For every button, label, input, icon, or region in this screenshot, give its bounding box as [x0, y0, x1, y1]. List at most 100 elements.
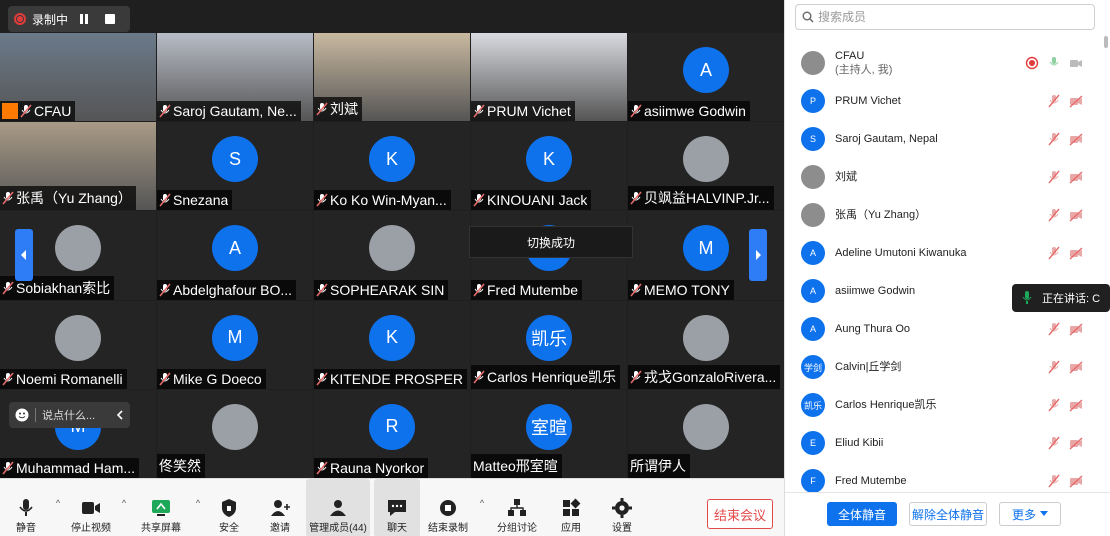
- muted-mic-icon[interactable]: [1047, 94, 1061, 108]
- video-tile[interactable]: Saroj Gautam, Ne...: [157, 33, 313, 122]
- breakout-icon: [508, 499, 526, 516]
- muted-camera-icon[interactable]: [1069, 436, 1083, 450]
- muted-mic-icon[interactable]: [1047, 360, 1061, 374]
- participant-name: 贝飒益HALVINP.Jr...: [644, 190, 770, 207]
- video-tile[interactable]: K KITENDE PROSPER: [314, 300, 470, 389]
- participant-name: PRUM Vichet: [487, 103, 571, 120]
- share-options-caret[interactable]: ^: [192, 479, 204, 536]
- pause-record-button[interactable]: [74, 9, 94, 29]
- muted-camera-icon[interactable]: [1069, 474, 1083, 488]
- muted-mic-icon: [473, 370, 485, 384]
- emoji-icon[interactable]: [15, 408, 29, 422]
- video-options-caret[interactable]: ^: [118, 479, 130, 536]
- video-tile[interactable]: 凯乐 Carlos Henrique凯乐: [471, 300, 627, 389]
- record-options-caret[interactable]: ^: [476, 479, 488, 536]
- apps-button[interactable]: 应用: [546, 479, 596, 536]
- breakout-rooms-button[interactable]: 分组讨论: [488, 479, 546, 536]
- video-tile[interactable]: S Snezana: [157, 122, 313, 211]
- stop-video-button[interactable]: 停止视频: [64, 479, 118, 536]
- mute-options-caret[interactable]: ^: [52, 479, 64, 536]
- video-tile[interactable]: Aasiimwe Godwin: [628, 33, 784, 122]
- video-tile[interactable]: 佟笑然: [157, 389, 313, 478]
- participant-row[interactable]: 刘斌: [785, 158, 1105, 196]
- muted-mic-icon[interactable]: [1047, 474, 1061, 488]
- stop-record-button[interactable]: [100, 9, 120, 29]
- settings-button[interactable]: 设置: [596, 479, 648, 536]
- video-tile[interactable]: 戎戈GonzaloRivera...: [628, 300, 784, 389]
- avatar: K: [526, 136, 572, 183]
- manage-participants-button[interactable]: 管理成员(44): [306, 479, 370, 536]
- participant-search[interactable]: [795, 4, 1095, 30]
- muted-camera-icon[interactable]: [1069, 94, 1083, 108]
- participant-row[interactable]: 凯乐 Carlos Henrique凯乐: [785, 386, 1105, 424]
- end-meeting-button[interactable]: 结束会议: [707, 499, 773, 529]
- muted-mic-icon[interactable]: [1047, 132, 1061, 146]
- participant-row[interactable]: 学剑 Calvin|丘学剑: [785, 348, 1105, 386]
- video-tile[interactable]: Noemi Romanelli: [0, 300, 156, 389]
- video-tile[interactable]: 所谓伊人: [628, 389, 784, 478]
- avatar: [683, 314, 729, 361]
- video-tile[interactable]: M Mike G Doeco: [157, 300, 313, 389]
- video-tile[interactable]: 张禹（Yu Zhang）: [0, 122, 156, 211]
- participant-row[interactable]: E Eliud Kibii: [785, 424, 1105, 462]
- avatar: M: [212, 314, 258, 361]
- video-tile[interactable]: 贝飒益HALVINP.Jr...: [628, 122, 784, 211]
- video-tile[interactable]: K Ko Ko Win-Myan...: [314, 122, 470, 211]
- video-tile[interactable]: PRUM Vichet: [471, 33, 627, 122]
- muted-mic-icon[interactable]: [1047, 208, 1061, 222]
- muted-camera-icon[interactable]: [1069, 246, 1083, 260]
- muted-mic-icon[interactable]: [1047, 398, 1061, 412]
- video-tile[interactable]: 室暄 Matteo邢室暄: [471, 389, 627, 478]
- security-button[interactable]: 安全: [204, 479, 254, 536]
- video-tile[interactable]: A Abdelghafour BO...: [157, 211, 313, 300]
- mute-button[interactable]: 静音: [0, 479, 52, 536]
- invite-button[interactable]: 邀请: [254, 479, 306, 536]
- video-tile[interactable]: SOPHEARAK SIN: [314, 211, 470, 300]
- muted-mic-icon: [630, 104, 642, 118]
- camera-icon[interactable]: [1069, 56, 1083, 70]
- muted-mic-icon[interactable]: [1047, 322, 1061, 336]
- muted-camera-icon[interactable]: [1069, 170, 1083, 184]
- muted-mic-icon: [2, 281, 14, 295]
- mute-all-button[interactable]: 全体静音: [827, 502, 897, 526]
- participant-name: Noemi Romanelli: [16, 370, 123, 387]
- participant-row[interactable]: CFAU (主持人, 我): [785, 44, 1105, 82]
- muted-camera-icon[interactable]: [1069, 398, 1083, 412]
- muted-mic-icon: [2, 461, 14, 475]
- muted-camera-icon[interactable]: [1069, 208, 1083, 222]
- microphone-icon[interactable]: [1047, 56, 1061, 70]
- muted-mic-icon[interactable]: [1047, 246, 1061, 260]
- participant-row[interactable]: 张禹（Yu Zhang）: [785, 196, 1105, 234]
- video-tile[interactable]: K KINOUANI Jack: [471, 122, 627, 211]
- muted-mic-icon: [630, 283, 642, 297]
- share-screen-button[interactable]: 共享屏幕: [130, 479, 192, 536]
- chat-button[interactable]: 聊天: [374, 479, 420, 536]
- muted-camera-icon[interactable]: [1069, 132, 1083, 146]
- participant-row[interactable]: A Adeline Umutoni Kiwanuka: [785, 234, 1105, 272]
- participant-controls: [1047, 474, 1083, 488]
- video-tile[interactable]: 刘斌: [314, 33, 470, 122]
- search-input[interactable]: [818, 10, 1058, 24]
- muted-mic-icon[interactable]: [1047, 436, 1061, 450]
- more-button[interactable]: 更多: [999, 502, 1061, 526]
- meeting-window: CFAU Saroj Gautam, Ne... 刘斌 PRUM Vichet Aasi…: [0, 0, 1110, 536]
- chat-placeholder[interactable]: 说点什么...: [42, 407, 110, 423]
- participant-row[interactable]: S Saroj Gautam, Nepal: [785, 120, 1105, 158]
- participant-controls: [1047, 132, 1083, 146]
- quick-chat-box[interactable]: 说点什么...: [9, 402, 130, 428]
- chat-icon: [388, 500, 406, 516]
- unmute-all-button[interactable]: 解除全体静音: [909, 502, 987, 526]
- muted-mic-icon[interactable]: [1047, 170, 1061, 184]
- avatar: [801, 203, 825, 227]
- prev-page-button[interactable]: [15, 229, 33, 281]
- next-page-button[interactable]: [749, 229, 767, 281]
- participant-row[interactable]: P PRUM Vichet: [785, 82, 1105, 120]
- participant-row[interactable]: A Aung Thura Oo: [785, 310, 1105, 348]
- chevron-left-icon[interactable]: [116, 410, 124, 420]
- muted-camera-icon[interactable]: [1069, 322, 1083, 336]
- stop-recording-button[interactable]: 结束录制: [420, 479, 476, 536]
- avatar: S: [212, 136, 258, 183]
- video-tile[interactable]: R Rauna Nyorkor: [314, 389, 470, 478]
- muted-camera-icon[interactable]: [1069, 360, 1083, 374]
- video-tile[interactable]: CFAU: [0, 33, 156, 122]
